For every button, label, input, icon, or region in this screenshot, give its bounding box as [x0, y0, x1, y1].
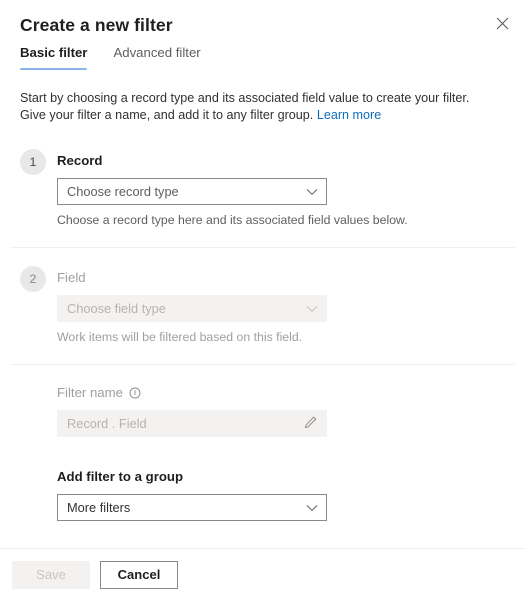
field-label-text: Field	[57, 270, 86, 285]
info-icon[interactable]	[129, 387, 141, 399]
filter-group-dropdown[interactable]: More filters	[57, 494, 327, 521]
chevron-down-icon	[306, 188, 318, 196]
step-record: 1 Record Choose record type Choose a rec…	[20, 149, 505, 228]
intro-text: Start by choosing a record type and its …	[20, 90, 488, 124]
record-label: Record	[57, 152, 505, 170]
field-label: Field	[57, 269, 505, 287]
panel-body: Start by choosing a record type and its …	[0, 90, 525, 521]
step-number-badge: 1	[20, 149, 46, 175]
record-label-text: Record	[57, 153, 103, 168]
close-icon	[496, 17, 509, 30]
field-hint: Work items will be filtered based on thi…	[57, 330, 303, 344]
chevron-down-icon	[306, 305, 318, 313]
learn-more-link[interactable]: Learn more	[317, 108, 381, 122]
step-field: 2 Field Choose field type Work items wil…	[20, 266, 505, 345]
record-type-dropdown-value: Choose record type	[67, 183, 179, 199]
record-type-dropdown[interactable]: Choose record type	[57, 178, 327, 205]
step-number-badge: 2	[20, 266, 46, 292]
save-button[interactable]: Save	[12, 560, 90, 589]
field-type-dropdown[interactable]: Choose field type	[57, 295, 327, 322]
pencil-icon	[303, 415, 318, 433]
tab-advanced-filter-label: Advanced filter	[113, 45, 201, 60]
filter-name-value: Record . Field	[67, 415, 147, 431]
step-record-content: Record Choose record type Choose a recor…	[57, 149, 505, 228]
cancel-button[interactable]: Cancel	[100, 560, 178, 589]
panel-header: Create a new filter	[0, 0, 525, 35]
intro-description: Start by choosing a record type and its …	[20, 91, 470, 122]
filter-group-section: Add filter to a group More filters	[57, 468, 505, 521]
filter-name-input[interactable]: Record . Field	[57, 410, 327, 437]
panel-footer: Save Cancel	[0, 548, 525, 600]
close-button[interactable]	[487, 8, 517, 38]
filter-name-section: Filter name Record . Field	[57, 384, 505, 437]
filter-name-label: Filter name	[57, 384, 505, 402]
tab-list: Basic filter Advanced filter	[0, 44, 525, 72]
tab-basic-filter-label: Basic filter	[20, 45, 88, 60]
filter-name-label-text: Filter name	[57, 385, 123, 400]
tab-advanced-filter[interactable]: Advanced filter	[113, 44, 200, 70]
page-title: Create a new filter	[20, 15, 173, 35]
step-field-content: Field Choose field type Work items will …	[57, 266, 505, 345]
filter-group-label: Add filter to a group	[57, 469, 184, 484]
tab-basic-filter[interactable]: Basic filter	[20, 44, 88, 70]
divider-record-field	[10, 247, 515, 248]
field-type-dropdown-value: Choose field type	[67, 300, 166, 316]
edit-filter-name-button[interactable]	[301, 415, 319, 433]
filter-group-dropdown-value: More filters	[67, 499, 131, 515]
divider-field-name	[10, 364, 515, 365]
chevron-down-icon	[306, 504, 318, 512]
record-hint: Choose a record type here and its associ…	[57, 213, 408, 227]
